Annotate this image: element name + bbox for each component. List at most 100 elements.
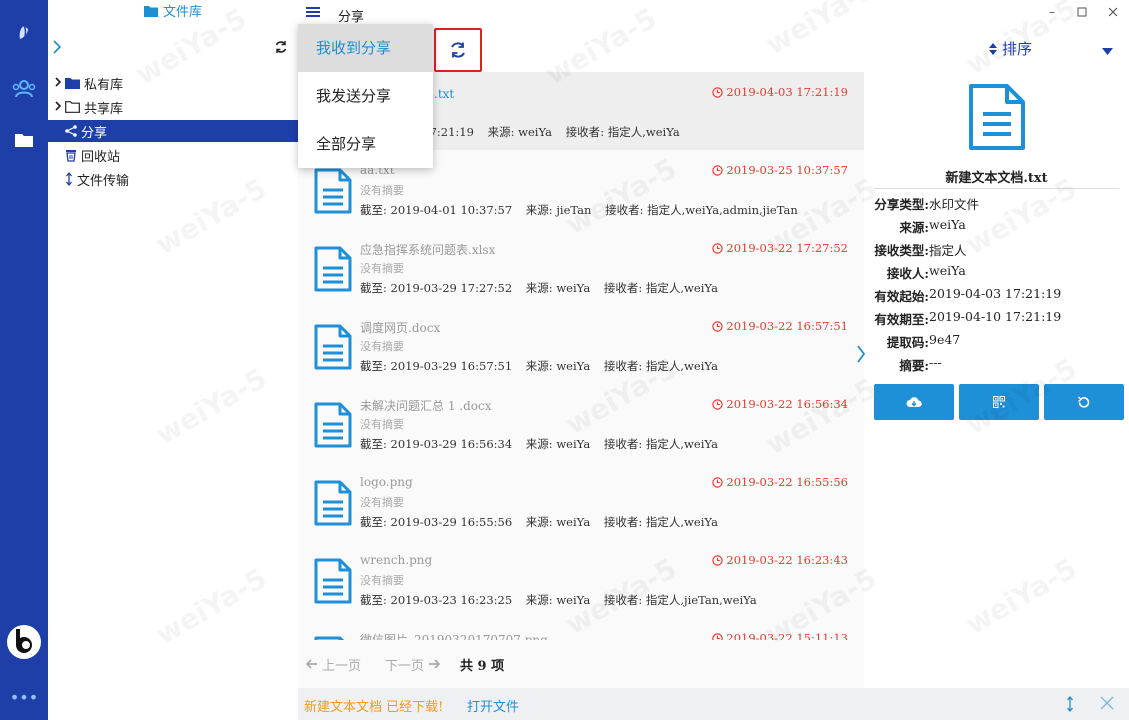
receiver-label: 接收者: 指定人,weiYa <box>603 437 718 451</box>
share-time: 2019-03-22 16:55:56 <box>712 475 848 489</box>
expire-label: 截至: 2019-03-29 16:55:56 <box>360 515 513 529</box>
tree-item-share[interactable]: 分享 <box>48 120 298 142</box>
receiver-label: 接收者: 指定人,weiYa,admin,jieTan <box>605 203 798 217</box>
share-time: 2019-03-25 10:37:57 <box>712 163 848 177</box>
minimize-icon[interactable]: – <box>1042 4 1062 20</box>
maximize-icon[interactable] <box>1072 4 1092 20</box>
source-label: 来源: weiYa <box>525 437 591 451</box>
receiver-label: 接收者: 指定人,jieTan,weiYa <box>603 593 757 607</box>
folder-filled-icon <box>65 77 80 89</box>
next-page-button[interactable]: 下一页 <box>385 655 441 674</box>
tree-item-transfer[interactable]: 文件传输 <box>48 168 298 190</box>
clock-icon <box>712 632 724 640</box>
hamburger-menu-icon[interactable] <box>306 6 320 22</box>
detail-field-value: 2019-04-10 17:21:19 <box>929 309 1062 324</box>
clock-icon <box>712 164 724 176</box>
expire-label: 截至: 2019-04-01 10:37:57 <box>360 203 513 217</box>
source-label: 来源: jieTan <box>525 203 592 217</box>
download-button[interactable] <box>874 384 954 420</box>
list-item[interactable]: 应急指挥系统问题表.xlsx 2019-03-22 17:27:52 没有摘要 … <box>298 228 864 306</box>
list-item[interactable]: 调度网页.docx 2019-03-22 16:57:51 没有摘要 截至: 2… <box>298 306 864 384</box>
prev-page-button[interactable]: 上一页 <box>306 655 361 674</box>
pagination: 上一页 下一页 共 9 项 <box>298 640 864 688</box>
folder-nav-icon[interactable] <box>0 130 48 150</box>
dropdown-item-sent[interactable]: 我发送分享 <box>298 72 433 120</box>
chevron-right-icon[interactable] <box>51 100 65 114</box>
close-status-icon[interactable] <box>1100 696 1114 714</box>
source-label: 来源: weiYa <box>525 593 591 607</box>
file-meta: 10 17:21:19 来源: weiYa 接收者: 指定人,weiYa <box>404 124 680 140</box>
receiver-label: 接收者: 指定人,weiYa <box>603 281 718 295</box>
qrcode-button[interactable] <box>959 384 1039 420</box>
share-time: 2019-03-22 16:57:51 <box>712 319 848 333</box>
next-page-label: 下一页 <box>385 658 425 674</box>
qrcode-icon <box>993 396 1005 408</box>
sidebar-refresh-icon[interactable] <box>274 40 288 58</box>
source-label: 来源: weiYa <box>525 281 591 295</box>
users-icon[interactable] <box>0 76 48 102</box>
file-icon <box>314 246 352 296</box>
refresh-button[interactable] <box>434 28 482 72</box>
detail-field: 接收类型: 指定人 <box>864 240 1129 260</box>
detail-field: 摘要: --- <box>864 355 1129 375</box>
list-item[interactable]: 未解决问题汇总 1 .docx 2019-03-22 16:56:34 没有摘要… <box>298 384 864 462</box>
file-name: logo.png <box>360 475 413 489</box>
file-summary: 没有摘要 <box>360 262 404 275</box>
dropdown-item-all[interactable]: 全部分享 <box>298 120 433 168</box>
arrow-right-icon <box>429 659 441 669</box>
close-window-icon[interactable] <box>1103 4 1123 20</box>
share-time-label: 2019-03-22 16:55:56 <box>726 475 848 489</box>
tree-item-label: 私有库 <box>84 77 124 93</box>
list-item[interactable]: logo.png 2019-03-22 16:55:56 没有摘要 截至: 20… <box>298 462 864 540</box>
file-meta: 截至: 2019-03-23 16:23:25 来源: weiYa 接收者: 指… <box>360 592 757 608</box>
file-name: wrench.png <box>360 553 433 567</box>
divider <box>874 188 1119 189</box>
share-time: 2019-04-03 17:21:19 <box>712 85 848 99</box>
expire-label: 截至: 2019-03-29 16:56:34 <box>360 437 513 451</box>
tree-item-shared[interactable]: 共享库 <box>48 96 298 118</box>
brand-logo-icon <box>0 622 48 662</box>
source-label: 来源: weiYa <box>525 515 591 529</box>
detail-field-value: weiYa <box>929 263 966 278</box>
recycle-bin-icon <box>65 149 77 162</box>
detail-field-key: 来源: <box>899 220 929 235</box>
detail-field: 有效期至: 2019-04-10 17:21:19 <box>864 309 1129 329</box>
chevron-right-icon[interactable] <box>51 76 65 90</box>
detail-field-key: 分享类型: <box>874 197 929 212</box>
clock-icon <box>712 554 724 566</box>
more-icon[interactable]: ••• <box>0 688 48 707</box>
total-count: 共 9 项 <box>460 658 505 674</box>
file-name: 微信图片_20190320170707.png <box>360 633 548 640</box>
expire-label: 截至: 2019-03-29 16:57:51 <box>360 359 513 373</box>
open-file-link[interactable]: 打开文件 <box>467 696 519 715</box>
expand-sidebar-icon[interactable] <box>52 40 62 58</box>
arrow-left-icon <box>306 659 317 669</box>
dropdown-item-received[interactable]: 我收到分享 <box>298 24 433 72</box>
list-item[interactable]: wrench.png 2019-03-22 16:23:43 没有摘要 截至: … <box>298 540 864 618</box>
detail-field: 分享类型: 水印文件 <box>864 194 1129 214</box>
list-item[interactable]: 微信图片_20190320170707.png 2019-03-22 15:11… <box>298 618 864 640</box>
caret-down-icon[interactable] <box>1102 44 1113 59</box>
expire-label: 截至: 2019-03-23 16:23:25 <box>360 593 513 607</box>
receiver-label: 接收者: 指定人,weiYa <box>603 359 718 373</box>
receiver-label: 接收者: 指定人,weiYa <box>603 515 718 529</box>
tree-item-recycle[interactable]: 回收站 <box>48 144 298 166</box>
file-meta: 截至: 2019-03-29 16:57:51 来源: weiYa 接收者: 指… <box>360 358 718 374</box>
detail-field-key: 提取码: <box>886 335 929 350</box>
detail-field-key: 接收类型: <box>874 243 929 258</box>
file-name: 应急指挥系统问题表.xlsx <box>360 243 496 257</box>
share-time-label: 2019-04-03 17:21:19 <box>726 85 848 99</box>
transfer-status-icon[interactable] <box>1066 695 1074 716</box>
sort-button[interactable]: 排序 <box>988 38 1032 59</box>
file-icon <box>314 324 352 374</box>
file-meta: 截至: 2019-03-29 17:27:52 来源: weiYa 接收者: 指… <box>360 280 718 296</box>
revoke-button[interactable] <box>1044 384 1124 420</box>
detail-field-key: 有效起始: <box>874 289 929 304</box>
tree-item-private[interactable]: 私有库 <box>48 72 298 94</box>
folder-icon <box>144 5 158 17</box>
expire-label: 截至: 2019-03-29 17:27:52 <box>360 281 513 295</box>
file-name: 未解决问题汇总 1 .docx <box>360 399 492 413</box>
detail-field-key: 有效期至: <box>874 312 929 327</box>
file-meta: 截至: 2019-03-29 16:55:56 来源: weiYa 接收者: 指… <box>360 514 718 530</box>
file-summary: 没有摘要 <box>360 574 404 587</box>
